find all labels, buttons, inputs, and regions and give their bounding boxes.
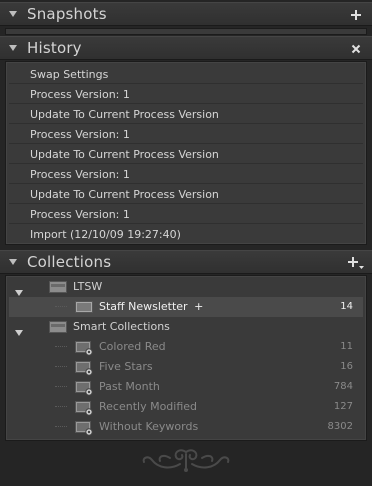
history-item-label: Process Version: 1 <box>30 88 130 101</box>
history-item[interactable]: Swap Settings <box>9 65 363 84</box>
history-item-label: Update To Current Process Version <box>30 148 219 161</box>
tree-connector <box>55 426 67 429</box>
history-item[interactable]: Update To Current Process Version <box>9 105 363 124</box>
smart-collection-past-month[interactable]: Past Month 784 <box>9 377 363 397</box>
collapse-triangle-icon[interactable] <box>8 43 18 53</box>
panel-end-ornament-icon <box>140 446 232 474</box>
collection-count: 14 <box>340 301 353 312</box>
tree-connector <box>55 306 67 309</box>
smart-collection-five-stars[interactable]: Five Stars 16 <box>9 357 363 377</box>
history-item-label: Process Version: 1 <box>30 208 130 221</box>
collections-list: LTSW Staff Newsletter + 14 Smart Collect… <box>5 275 367 441</box>
tree-connector <box>55 346 67 349</box>
plus-dropdown-icon[interactable] <box>346 255 366 271</box>
collection-label: Without Keywords <box>99 420 199 433</box>
snapshots-title: Snapshots <box>27 5 107 23</box>
smart-collection-colored-red[interactable]: Colored Red 11 <box>9 337 363 357</box>
collection-set-smart-collections[interactable]: Smart Collections <box>9 317 363 337</box>
history-title: History <box>27 39 82 57</box>
collection-count: 127 <box>333 401 353 412</box>
collection-count: 784 <box>333 381 353 392</box>
smart-collection-recently-modified[interactable]: Recently Modified 127 <box>9 397 363 417</box>
collection-set-label: LTSW <box>73 280 103 293</box>
history-item[interactable]: Process Version: 1 <box>9 165 363 184</box>
history-item[interactable]: Process Version: 1 <box>9 125 363 144</box>
snapshots-body <box>5 28 367 35</box>
collection-set-label: Smart Collections <box>73 320 170 333</box>
snapshots-panel-header[interactable]: Snapshots <box>0 2 372 26</box>
collection-label: Five Stars <box>99 360 153 373</box>
collection-set-ltsw[interactable]: LTSW <box>9 277 363 297</box>
history-item-label: Update To Current Process Version <box>30 188 219 201</box>
target-collection-marker: + <box>194 300 204 313</box>
history-item[interactable]: Process Version: 1 <box>9 205 363 224</box>
collection-item-staff-newsletter[interactable]: Staff Newsletter + 14 <box>9 297 363 317</box>
history-item-label: Process Version: 1 <box>30 168 130 181</box>
collapse-triangle-icon[interactable] <box>8 9 18 19</box>
close-icon[interactable] <box>348 41 364 57</box>
smart-collection-icon <box>75 420 93 443</box>
history-item[interactable]: Update To Current Process Version <box>9 185 363 204</box>
history-item-label: Swap Settings <box>30 68 109 81</box>
collection-label: Past Month <box>99 380 160 393</box>
collection-count: 8302 <box>327 421 353 432</box>
collection-count: 11 <box>340 341 353 352</box>
collection-label: Staff Newsletter + <box>99 300 204 313</box>
history-item[interactable]: Import (12/10/09 19:27:40) <box>9 225 363 244</box>
collapse-triangle-icon[interactable] <box>8 257 18 267</box>
collections-title: Collections <box>27 253 112 271</box>
history-item[interactable]: Process Version: 1 <box>9 85 363 104</box>
history-item-label: Process Version: 1 <box>30 128 130 141</box>
collection-label: Colored Red <box>99 340 166 353</box>
history-panel-header[interactable]: History <box>0 36 372 60</box>
tree-connector <box>55 366 67 369</box>
history-item-label: Import (12/10/09 19:27:40) <box>30 228 181 241</box>
tree-connector <box>55 406 67 409</box>
history-list: Swap Settings Process Version: 1 Update … <box>5 61 367 245</box>
collections-panel-header[interactable]: Collections <box>0 250 372 274</box>
tree-connector <box>55 386 67 389</box>
history-item[interactable]: Update To Current Process Version <box>9 145 363 164</box>
smart-collection-without-keywords[interactable]: Without Keywords 8302 <box>9 417 363 437</box>
collection-count: 16 <box>340 361 353 372</box>
collection-label: Recently Modified <box>99 400 198 413</box>
history-item-label: Update To Current Process Version <box>30 108 219 121</box>
plus-icon[interactable] <box>348 7 364 23</box>
